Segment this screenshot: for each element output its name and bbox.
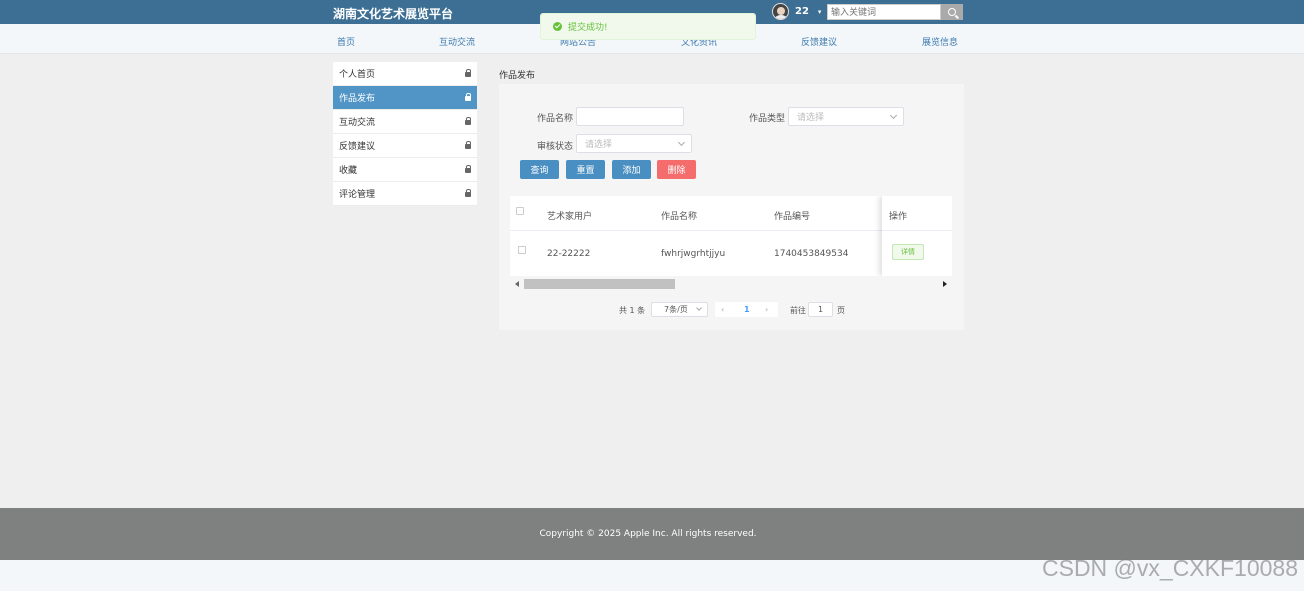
scroll-right-icon[interactable]: [943, 281, 947, 287]
sidebar-item-feedback[interactable]: 反馈建议: [333, 134, 477, 158]
cell-work-no: 1740453849534: [774, 249, 849, 259]
sidebar: 个人首页 作品发布 互动交流 反馈建议 收藏 评论管理: [333, 62, 477, 206]
cell-work-name: fwhrjwgrhtjjyu: [661, 249, 726, 259]
reset-button[interactable]: 重置: [566, 160, 605, 179]
goto-page-value: 1: [817, 305, 824, 314]
toast-message: 提交成功!: [568, 23, 608, 33]
review-status-label: 审核状态: [537, 142, 574, 152]
nav-item-exhibitions[interactable]: 展览信息: [922, 35, 958, 48]
sidebar-item-label: 收藏: [339, 166, 358, 176]
column-header-artist: 艺术家用户: [547, 212, 593, 222]
site-title: 湖南文化艺术展览平台: [333, 7, 454, 21]
goto-page-input[interactable]: 1: [808, 302, 833, 317]
chevron-down-icon: [677, 138, 686, 147]
scroll-left-icon[interactable]: [515, 281, 519, 287]
sidebar-item-label: 反馈建议: [339, 142, 376, 152]
column-header-action: 操作: [889, 212, 908, 222]
footer: Copyright © 2025 Apple Inc. All rights r…: [0, 508, 1304, 560]
nav-item-feedback[interactable]: 反馈建议: [801, 35, 837, 48]
sidebar-item-profile[interactable]: 个人首页: [333, 62, 477, 86]
lock-icon: [465, 141, 471, 149]
cell-artist: 22-22222: [547, 249, 591, 259]
user-menu[interactable]: 22 ▾: [772, 3, 821, 20]
pagination-total: 共 1 条: [619, 306, 646, 315]
select-all-checkbox[interactable]: [516, 207, 524, 215]
works-table: 艺术家用户 作品名称 作品编号 22-22222 fwhrjwgrhtjjyu …: [510, 196, 952, 276]
work-type-placeholder: 请选择: [797, 113, 825, 123]
detail-button[interactable]: 详情: [892, 244, 924, 260]
search-input[interactable]: [827, 4, 941, 20]
sidebar-item-label: 个人首页: [339, 70, 376, 80]
prev-page-icon[interactable]: ‹: [721, 305, 724, 314]
scroll-thumb[interactable]: [524, 279, 675, 289]
horizontal-scrollbar[interactable]: [510, 277, 952, 291]
copyright-text: Copyright © 2025 Apple Inc. All rights r…: [539, 529, 757, 539]
nav-item-interaction[interactable]: 互动交流: [439, 35, 475, 48]
lock-icon: [465, 165, 471, 173]
lock-icon: [465, 189, 471, 197]
add-button[interactable]: 添加: [612, 160, 651, 179]
delete-button[interactable]: 删除: [657, 160, 696, 179]
next-page-icon[interactable]: ›: [765, 305, 768, 314]
nav-item-home[interactable]: 首页: [337, 35, 355, 48]
page-size-value: 7条/页: [664, 305, 688, 314]
watermark: CSDN @vx_CXKF10088: [1042, 555, 1298, 581]
work-name-input[interactable]: [576, 107, 684, 126]
sidebar-item-label: 评论管理: [339, 190, 376, 200]
page-unit-label: 页: [837, 306, 845, 315]
sidebar-item-publish[interactable]: 作品发布: [333, 86, 477, 110]
chevron-down-icon: [696, 305, 702, 311]
sidebar-item-favorites[interactable]: 收藏: [333, 158, 477, 182]
row-checkbox[interactable]: [518, 246, 526, 254]
sidebar-item-label: 作品发布: [339, 94, 376, 104]
lock-icon: [465, 93, 471, 101]
check-circle-icon: [553, 22, 562, 31]
success-toast: 提交成功!: [540, 13, 756, 40]
review-status-placeholder: 请选择: [585, 140, 613, 150]
page-size-select[interactable]: 7条/页: [651, 302, 708, 317]
avatar[interactable]: [772, 3, 789, 20]
sidebar-item-interaction[interactable]: 互动交流: [333, 110, 477, 134]
work-name-label: 作品名称: [537, 114, 574, 124]
query-button[interactable]: 查询: [520, 160, 559, 179]
search-icon: [948, 8, 956, 16]
pager: ‹ 1 ›: [715, 302, 778, 317]
caret-down-icon[interactable]: ▾: [818, 8, 822, 16]
page-title: 作品发布: [499, 71, 536, 81]
work-type-label: 作品类型: [749, 114, 786, 124]
search-button[interactable]: [941, 4, 963, 20]
row-divider: [882, 230, 952, 231]
page-number-current[interactable]: 1: [744, 305, 750, 314]
column-header-work-name: 作品名称: [661, 212, 698, 222]
column-header-work-no: 作品编号: [774, 212, 811, 222]
lock-icon: [465, 69, 471, 77]
action-column: 操作 详情: [882, 196, 952, 276]
review-status-select[interactable]: 请选择: [576, 134, 692, 153]
username[interactable]: 22: [795, 6, 809, 17]
work-type-select[interactable]: 请选择: [788, 107, 904, 126]
chevron-down-icon: [889, 111, 898, 120]
sidebar-item-label: 互动交流: [339, 118, 376, 128]
lock-icon: [465, 117, 471, 125]
goto-label: 前往: [790, 306, 806, 315]
sidebar-item-comments[interactable]: 评论管理: [333, 182, 477, 206]
